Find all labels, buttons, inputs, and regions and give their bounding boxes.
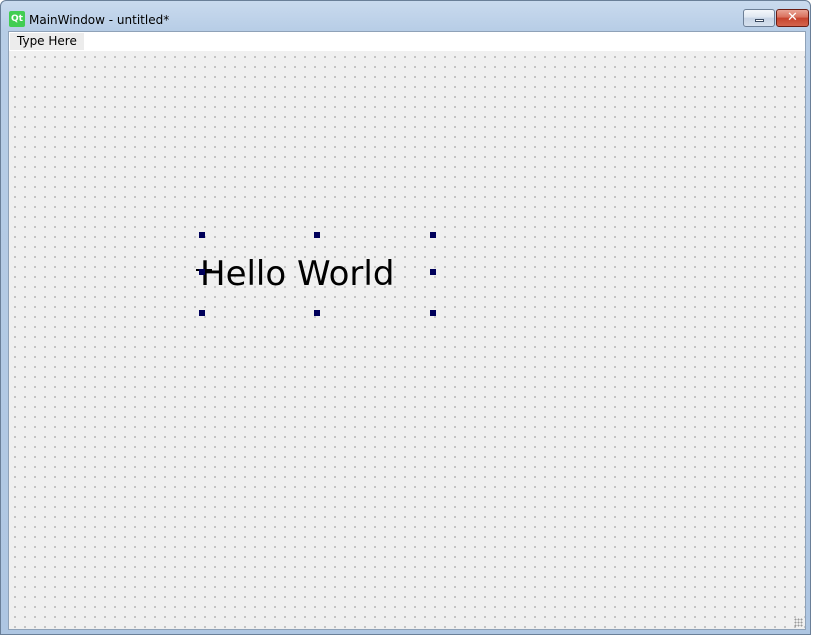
menu-type-here[interactable]: Type Here [10,33,84,50]
resize-handle-top-left[interactable] [199,232,205,238]
resize-handle-top-right[interactable] [430,232,436,238]
close-icon: ✕ [787,10,798,25]
minimize-button[interactable] [743,9,775,27]
design-canvas[interactable]: Hello World [9,51,805,629]
minimize-icon [755,19,764,22]
resize-handle-right[interactable] [430,269,436,275]
client-area: Type Here Hello World [8,31,806,630]
hello-world-label[interactable]: Hello World [196,232,436,316]
size-grip-icon[interactable] [794,618,803,627]
qt-logo-icon: Qt [9,11,25,27]
title-bar[interactable]: Qt MainWindow - untitled* ✕ [1,1,810,31]
resize-handle-top[interactable] [314,232,320,238]
menu-bar: Type Here [9,32,805,51]
main-window: Qt MainWindow - untitled* ✕ Type Here He… [0,0,811,635]
label-text: Hello World [200,254,395,294]
resize-handle-bottom-right[interactable] [430,310,436,316]
resize-handle-bottom[interactable] [314,310,320,316]
resize-handle-bottom-left[interactable] [199,310,205,316]
resize-handle-left[interactable] [199,269,205,275]
window-title: MainWindow - untitled* [29,13,170,27]
close-button[interactable]: ✕ [776,9,809,27]
